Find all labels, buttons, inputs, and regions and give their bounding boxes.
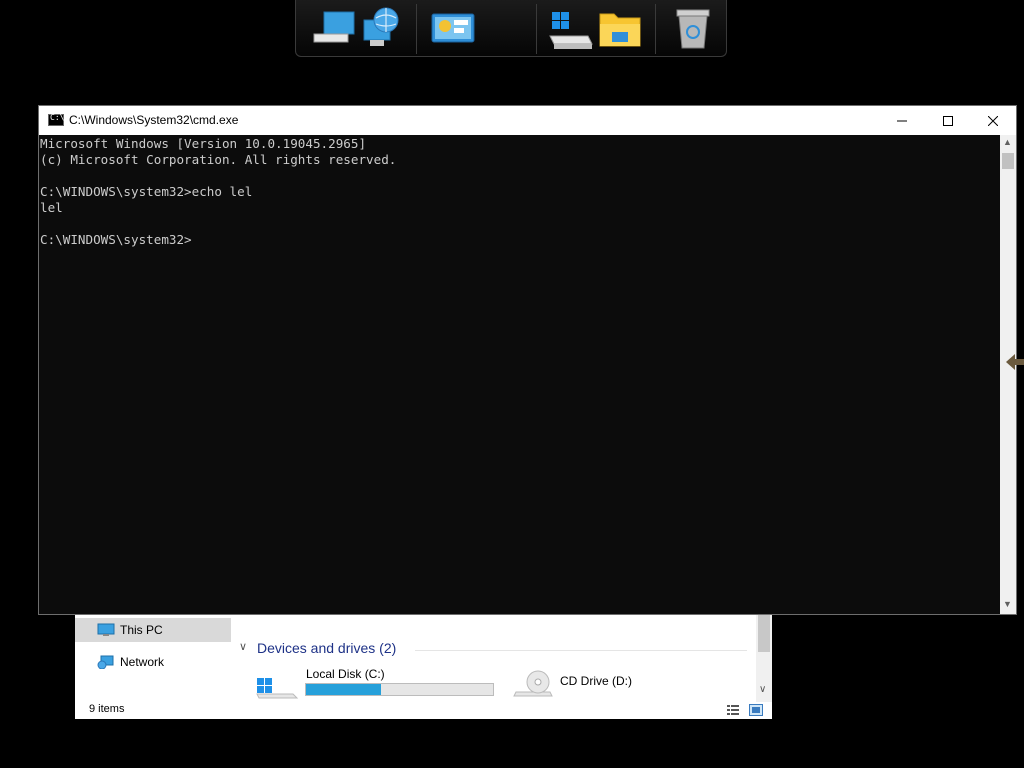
desktop: This PC Network ∨ Devices and drives (2)… — [0, 0, 1024, 768]
title-bar[interactable]: C:\ C:\Windows\System32\cmd.exe — [39, 106, 1016, 135]
computer-icon — [97, 623, 115, 636]
folder-icon[interactable] — [598, 6, 644, 52]
console-prompt: C:\WINDOWS\system32> — [40, 232, 192, 247]
chevron-down-icon: ∨ — [239, 641, 248, 653]
console-line: (c) Microsoft Corporation. All rights re… — [40, 152, 397, 167]
disk-usage-fill — [306, 684, 381, 695]
recycle-bin-icon[interactable] — [670, 6, 716, 52]
status-item-count: 9 items — [89, 703, 125, 715]
drive-icon[interactable] — [548, 6, 594, 52]
drive-cd-d[interactable]: CD Drive (D:) — [512, 666, 712, 700]
console-line: C:\WINDOWS\system32>echo lel — [40, 184, 253, 199]
scroll-down-arrow-icon[interactable]: ▼ — [1003, 599, 1012, 609]
drive-label: CD Drive (D:) — [560, 674, 632, 688]
window-title: C:\Windows\System32\cmd.exe — [69, 113, 239, 127]
dock-bar — [295, 0, 727, 57]
close-button[interactable] — [970, 106, 1016, 135]
close-icon — [987, 115, 999, 127]
minimize-icon — [897, 120, 907, 122]
disk-usage-bar — [305, 683, 494, 696]
status-bar: 9 items — [75, 702, 772, 719]
console-output[interactable]: Microsoft Windows [Version 10.0.19045.29… — [39, 135, 1000, 614]
navigation-pane: This PC Network — [75, 612, 231, 702]
nav-item-label: Network — [120, 655, 165, 669]
cmd-window[interactable]: C:\ C:\Windows\System32\cmd.exe Microsof… — [38, 105, 1017, 615]
scrollbar-thumb[interactable] — [1002, 153, 1014, 169]
nav-item-label: This PC — [120, 623, 163, 637]
explorer-scrollbar[interactable]: ∨ — [756, 612, 772, 702]
drive-label: Local Disk (C:) — [306, 667, 385, 681]
explorer-window: This PC Network ∨ Devices and drives (2)… — [75, 612, 772, 719]
scroll-down-arrow-icon[interactable]: ∨ — [759, 684, 766, 695]
large-icons-view-icon[interactable] — [749, 704, 763, 716]
console-line: lel — [40, 200, 63, 215]
console-scrollbar[interactable]: ▲ ▼ — [1000, 135, 1016, 614]
group-header-label: Devices and drives (2) — [257, 640, 397, 656]
minimize-button[interactable] — [879, 106, 925, 135]
divider — [415, 650, 747, 651]
control-panel-icon[interactable] — [430, 6, 476, 52]
cd-drive-icon — [513, 670, 553, 697]
group-header-devices[interactable]: ∨ Devices and drives (2) — [239, 640, 397, 656]
maximize-icon — [943, 116, 953, 127]
maximize-button[interactable] — [925, 106, 971, 135]
computer-network-icon[interactable] — [310, 6, 406, 52]
scrollbar-thumb[interactable] — [758, 614, 770, 652]
windows-drive-icon — [256, 678, 299, 699]
console-line: Microsoft Windows [Version 10.0.19045.29… — [40, 136, 367, 151]
nav-item-network[interactable]: Network — [75, 650, 231, 674]
scroll-up-arrow-icon[interactable]: ▲ — [1003, 137, 1012, 147]
details-view-icon[interactable] — [726, 704, 740, 716]
network-icon — [97, 655, 114, 669]
nav-item-this-pc[interactable]: This PC — [75, 618, 231, 642]
left-arrow-icon[interactable] — [1005, 352, 1024, 372]
cmd-icon: C:\ — [48, 113, 64, 126]
